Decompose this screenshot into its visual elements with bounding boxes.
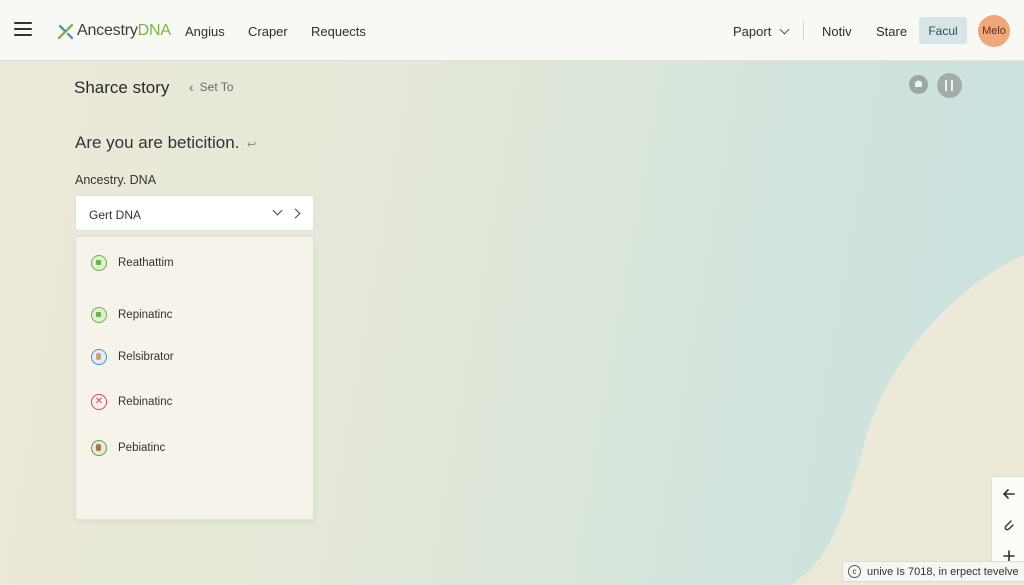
green-avatar-icon bbox=[91, 440, 107, 456]
option-label: Repinatinc bbox=[118, 309, 173, 321]
user-avatar[interactable]: Melo bbox=[978, 15, 1010, 47]
nav-link-notiv[interactable]: Notiv bbox=[822, 24, 852, 39]
footer-text: unive Is 7018, in erpect tevelve bbox=[867, 565, 1019, 578]
user-avatar-icon bbox=[91, 349, 107, 365]
question-heading: Are you are beticition. bbox=[75, 133, 240, 152]
red-x-icon: ✕ bbox=[91, 394, 107, 410]
pause-icon[interactable] bbox=[937, 73, 962, 98]
paport-label: Paport bbox=[733, 24, 772, 39]
list-item[interactable]: Relsibrator bbox=[91, 349, 174, 365]
option-label: Reathattim bbox=[118, 257, 174, 269]
nav-link-angius[interactable]: Angius bbox=[185, 24, 225, 39]
dropdown-list: Reathattim Repinatinc Relsibrator ✕ Rebi… bbox=[75, 236, 314, 520]
footer-note: c unive Is 7018, in erpect tevelve bbox=[842, 561, 1024, 582]
reply-icon: ↩ bbox=[247, 139, 257, 151]
copyright-icon: c bbox=[848, 565, 861, 578]
option-label: Relsibrator bbox=[118, 351, 174, 363]
list-item[interactable]: ✕ Rebinatinc bbox=[91, 394, 172, 410]
ancestry-leaf-icon bbox=[57, 23, 74, 40]
chevron-left-icon: ‹ bbox=[189, 79, 194, 95]
select-value: Gert DNA bbox=[89, 208, 142, 222]
nav-link-stare[interactable]: Stare bbox=[876, 24, 907, 39]
arrow-left-icon[interactable] bbox=[992, 479, 1024, 509]
facul-button[interactable]: Facul bbox=[919, 17, 967, 44]
list-item[interactable]: Pebiatinc bbox=[91, 440, 165, 456]
top-navigation-bar: AncestryDNA Angius Craper Requects Papor… bbox=[0, 0, 1024, 61]
green-badge-icon bbox=[91, 255, 107, 271]
chevron-down-icon bbox=[272, 205, 283, 216]
paperclip-icon[interactable] bbox=[992, 510, 1024, 540]
logo-text: AncestryDNA bbox=[77, 22, 171, 39]
option-label: Pebiatinc bbox=[118, 442, 166, 454]
bell-icon[interactable] bbox=[909, 75, 928, 94]
back-link[interactable]: ‹ Set To bbox=[189, 79, 233, 95]
option-label: Rebinatinc bbox=[118, 396, 173, 408]
back-link-label: Set To bbox=[199, 80, 234, 94]
nav-link-requects[interactable]: Requects bbox=[311, 24, 366, 39]
ancestry-dna-logo[interactable]: AncestryDNA bbox=[57, 19, 171, 43]
dna-select[interactable]: Gert DNA bbox=[75, 195, 314, 231]
page-title: Sharce story bbox=[74, 78, 170, 97]
list-item[interactable]: Reathattim bbox=[91, 255, 174, 271]
paport-dropdown[interactable]: Paport bbox=[733, 24, 790, 39]
list-item[interactable]: Repinatinc bbox=[91, 307, 172, 323]
field-label: Ancestry. DNA bbox=[75, 173, 157, 187]
nav-link-craper[interactable]: Craper bbox=[248, 24, 288, 39]
green-check-icon bbox=[91, 307, 107, 323]
divider bbox=[803, 20, 804, 40]
chevron-right-icon bbox=[290, 208, 301, 219]
side-toolbar bbox=[991, 476, 1024, 572]
chevron-down-icon bbox=[779, 24, 790, 35]
hamburger-menu-icon[interactable] bbox=[14, 22, 32, 36]
